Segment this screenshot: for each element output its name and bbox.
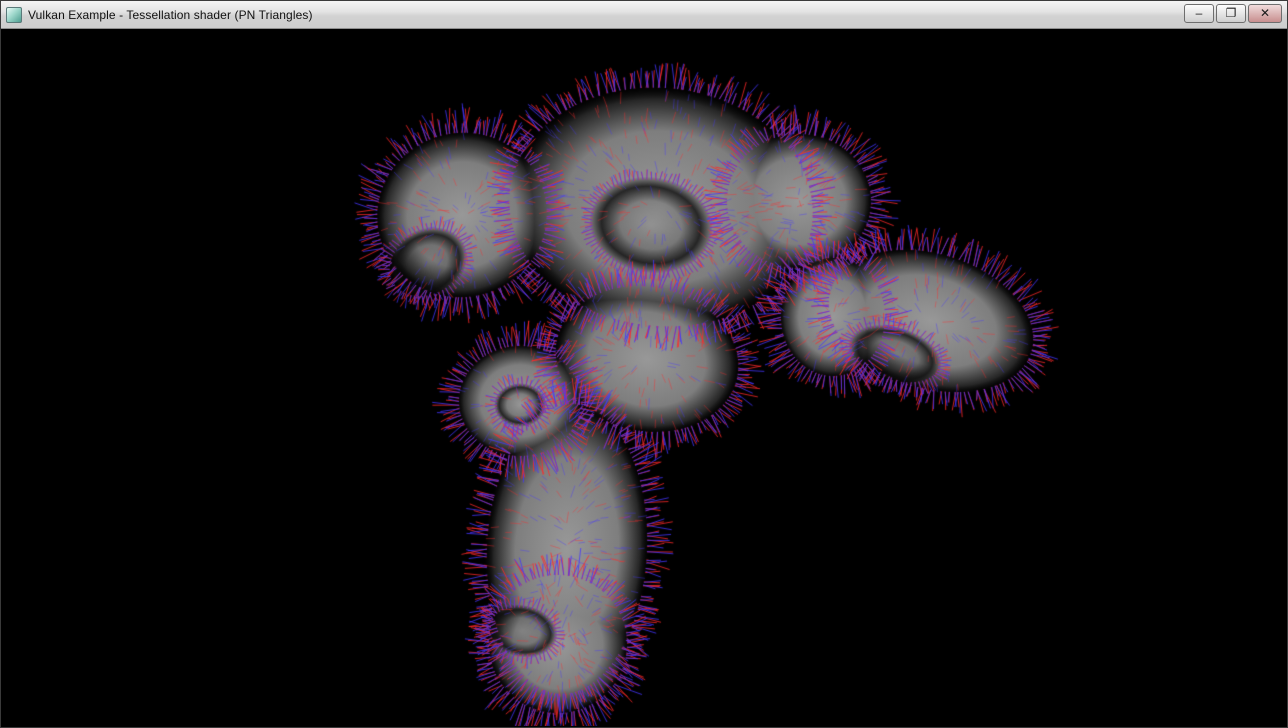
window-title: Vulkan Example - Tessellation shader (PN… xyxy=(28,8,313,22)
app-window: Vulkan Example - Tessellation shader (PN… xyxy=(0,0,1288,728)
close-button[interactable]: ✕ xyxy=(1248,4,1282,23)
minimize-button[interactable]: – xyxy=(1184,4,1214,23)
app-icon xyxy=(6,7,22,23)
maximize-button[interactable]: ❐ xyxy=(1216,4,1246,23)
minimize-icon: – xyxy=(1196,7,1203,19)
caption-buttons: – ❐ ✕ xyxy=(1184,1,1282,23)
maximize-icon: ❐ xyxy=(1226,7,1237,19)
close-icon: ✕ xyxy=(1260,7,1270,19)
render-viewport[interactable] xyxy=(1,29,1287,726)
viewport-container xyxy=(1,29,1287,726)
titlebar[interactable]: Vulkan Example - Tessellation shader (PN… xyxy=(1,1,1287,29)
